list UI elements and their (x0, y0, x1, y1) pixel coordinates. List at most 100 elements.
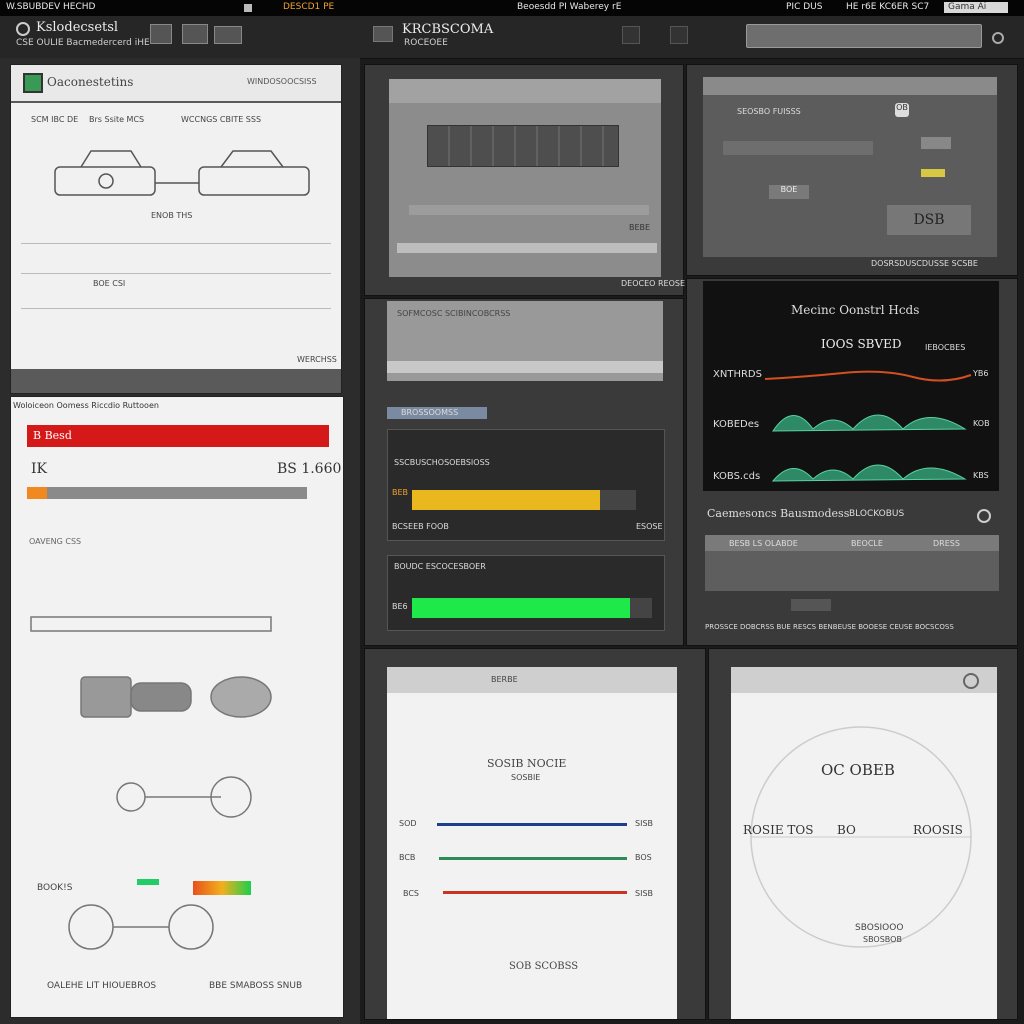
green-meter-card: BOUDC ESCOCESBOER BE6 (387, 555, 665, 631)
panel-header-right: WINDOSOOCSISS (247, 77, 317, 86)
diagram-sheet: OC OBEB ROSIE TOS BO ROOSIS SBOSIOOO SBO… (731, 667, 997, 1019)
table-button[interactable] (791, 599, 831, 611)
panel-title: Oaconestetins (47, 75, 134, 89)
meter-label: BEB (392, 488, 409, 497)
vehicle-sketch (54, 150, 310, 196)
small-green-indicator (137, 879, 159, 885)
table-header: BESB LS OLABDE (729, 539, 798, 548)
yellow-meter-card: SSCBUSCHOSOEBSIOSS BEB BCSEEB FOOB ESOSE (387, 429, 665, 541)
diagram-right-label: ROOSIS (913, 823, 963, 837)
meter-track (412, 490, 636, 510)
status-right-2: HE r6E KC6ER SC7 (846, 2, 930, 12)
preview-window: BEBE (389, 79, 661, 277)
app-logo-icon (16, 22, 30, 36)
row-label: SCM IBC DE (31, 115, 79, 124)
diagram-left-label: ROSIE TOS (743, 823, 814, 837)
window-title: Beoesdd PI Waberey rE (517, 2, 622, 12)
app-icon (244, 4, 252, 12)
meter-title: BOUDC ESCOCESBOER (394, 562, 486, 571)
circular-diagram (750, 726, 972, 948)
schematic-sheet: SCM IBC DE Brs Ssite MCS WCCNGS CBITE SS… (11, 103, 341, 369)
sheet-header: BERBE (491, 675, 518, 684)
list-icon[interactable] (670, 26, 688, 44)
status-text: DESCD1 PE (283, 2, 335, 12)
meter-fill (412, 490, 601, 510)
left-bottom-panel: Woloiceon Oomess Riccdio Ruttooen B Besd… (10, 396, 344, 1018)
progress-fill (27, 487, 47, 499)
mid-label: OAVENG CSS (29, 537, 82, 546)
toolbar-image-icon[interactable] (150, 24, 172, 44)
toolbar-folder-icon[interactable] (182, 24, 208, 44)
monitor-icon[interactable] (373, 26, 393, 42)
bottom-left-label: BOOK!S (37, 883, 73, 893)
row-label: WCCNGS CBITE SSS (181, 115, 262, 124)
footer-right: BBE SMABOSS SNUB (209, 981, 303, 991)
line-right: SISB (635, 819, 654, 828)
sheet-subtitle: SOSBIE (511, 773, 541, 782)
footer-right: WERCHSS (297, 355, 337, 364)
mid-preview: SOFMCOSC SCIBINCOBCRSS (387, 301, 663, 381)
yellow-status-indicator (921, 169, 945, 177)
table-title-right: BLOCKOBUS (849, 509, 905, 519)
right-top-panel: SEOSBO FUISSS OB BOE DSB DOSRSDUSCDUSSE … (686, 64, 1018, 276)
top-search-field[interactable]: Gama Ai (944, 2, 1008, 13)
meter-label: BE6 (392, 602, 408, 611)
panel-header: Woloiceon Oomess Riccdio Ruttooen (13, 401, 159, 410)
right-value: BS 1.660 (277, 461, 342, 477)
status-window: SEOSBO FUISSS OB BOE DSB (703, 77, 997, 257)
bottom-right-panel: OC OBEB ROSIE TOS BO ROOSIS SBOSIOOO SBO… (708, 648, 1018, 1020)
meter-foot-right: ESOSE (636, 522, 663, 531)
status-strip (397, 243, 657, 253)
table-header: BEOCLE (851, 539, 883, 548)
badge: OB (895, 103, 909, 117)
center-label: ENOB THS (151, 211, 193, 220)
left-value: IK (31, 461, 47, 477)
diagram-footer: SBOSIOOO (855, 923, 904, 933)
line-label: BCS (403, 889, 420, 898)
search-input[interactable] (746, 24, 982, 48)
table-header: DRESS (933, 539, 960, 548)
mechanical-sketch (30, 616, 272, 950)
footer-label: BOE CSI (93, 279, 126, 288)
status-right: PIC DUS (786, 2, 823, 12)
app-subtitle: CSE OULIE Bacmedercerd iHE (16, 38, 150, 48)
blue-line (437, 823, 627, 826)
toggle[interactable] (921, 137, 951, 149)
table-footer: PROSSCE DOBCRSS BUE RESCS BENBEUSE BOOES… (705, 623, 954, 631)
line-label: SOD (399, 819, 417, 828)
meter-foot-left: BCSEEB FOOB (392, 522, 449, 531)
meter-fill (412, 598, 631, 618)
gradient-indicator (193, 881, 251, 895)
app-badge-icon (23, 73, 43, 93)
right-chart-panel: Mecinc Oonstrl Hcds IOOS SBVED IEBOCBES … (686, 278, 1018, 646)
meter-title: SSCBUSCHOSOEBSIOSS (394, 458, 490, 467)
scrollbar[interactable] (409, 205, 649, 215)
timeline-strip (427, 125, 619, 167)
big-value: DSB (887, 205, 971, 235)
settings-icon[interactable] (963, 673, 979, 689)
line-right: BOS (635, 853, 652, 862)
mid-top-panel: BEBE DEOCEO REOSE (364, 64, 685, 296)
search-icon[interactable] (992, 32, 1004, 44)
mid-bars-panel: SOFMCOSC SCIBINCOBCRSS BROSSOOMSS SSCBUS… (364, 298, 684, 646)
meter-track (412, 598, 652, 618)
app-title: Kslodecsetsl (36, 20, 119, 35)
blue-button[interactable]: BROSSOOMSS (387, 407, 487, 419)
grid-icon[interactable] (622, 26, 640, 44)
waveform-lines (764, 370, 972, 482)
diagram-title: OC OBEB (821, 761, 895, 779)
center-title: KRCBSCOMA (402, 22, 494, 37)
diagram-footer-2: SBOSBOB (863, 935, 902, 944)
system-top-bar: W.SBUBDEV HECHD DESCD1 PE Beoesdd PI Wab… (0, 0, 1024, 16)
waveform-chart: Mecinc Oonstrl Hcds IOOS SBVED IEBOCBES … (703, 281, 999, 491)
refresh-icon[interactable] (977, 509, 991, 523)
toolbar-settings-icon[interactable] (214, 26, 242, 44)
action-button[interactable]: BOE (769, 185, 809, 199)
alert-bar: B Besd (27, 425, 329, 447)
footer-text: DOSRSDUSCDUSSE SCSBE (871, 259, 978, 268)
diagram-center-label: BO (837, 823, 856, 837)
data-table: BESB LS OLABDE BEOCLE DRESS (705, 535, 999, 591)
signal-sheet: BERBE SOSIB NOCIE SOSBIE SOD SISB BCB BO… (387, 667, 677, 1019)
green-line (439, 857, 627, 860)
status-title: SEOSBO FUISSS (737, 107, 801, 116)
